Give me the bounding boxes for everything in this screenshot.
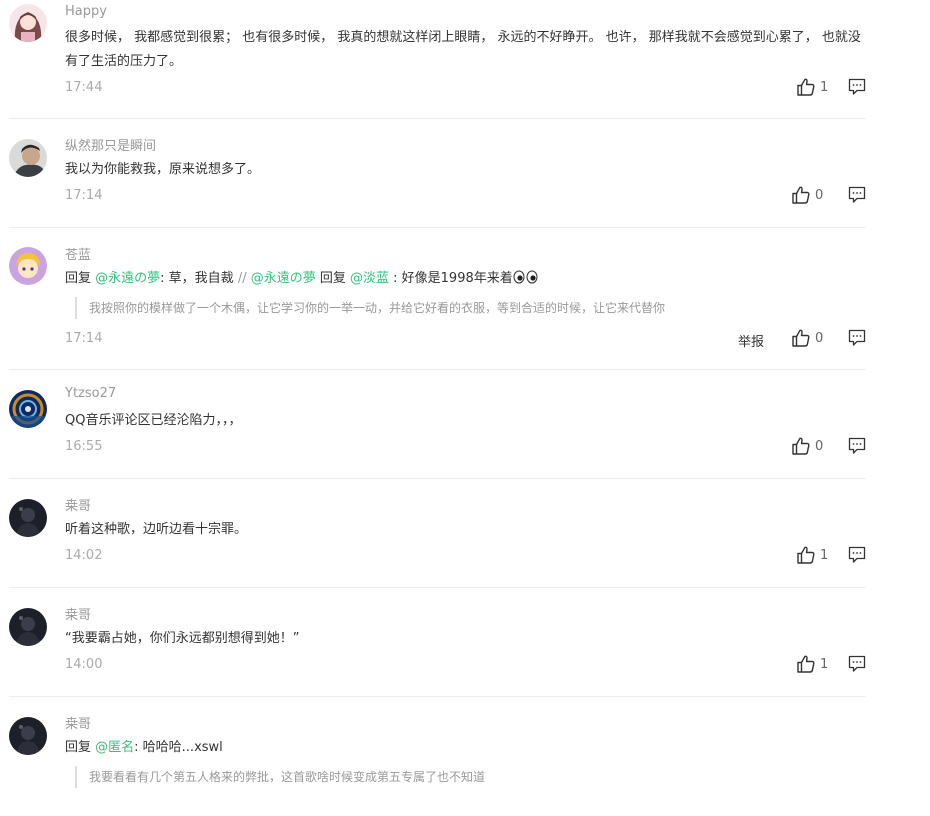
quoted-comment: 我要看看有几个第五人格来的弊批，这首歌啥时候变成第五专属了也不知道 bbox=[75, 766, 879, 788]
comment-time: 14:02 bbox=[65, 548, 103, 563]
comment-item: 桒哥 “我要霸占她，你们永远都别想得到她！” 14:00 1 bbox=[9, 587, 866, 697]
comment-text-segment: 很多时候， 我都感觉到很累； 也有很多时候， 我真的想就这样闭上眼睛， 永远的不… bbox=[65, 30, 861, 69]
thumbs-up-icon bbox=[796, 545, 816, 565]
reply-button[interactable] bbox=[848, 329, 866, 347]
like-button[interactable]: 1 bbox=[796, 545, 828, 565]
comment-username[interactable]: 桒哥 bbox=[65, 713, 91, 732]
comment-text: 回复 @永遠の夢: 草，我自裁 // @永遠の夢 回复 @淡蓝 : 好像是199… bbox=[65, 267, 865, 293]
comment-username[interactable]: Happy bbox=[65, 4, 107, 19]
like-button[interactable]: 0 bbox=[791, 328, 823, 348]
user-avatar[interactable] bbox=[9, 499, 47, 537]
comment-time: 16:55 bbox=[65, 439, 103, 454]
comment-text: 我以为你能救我，原来说想多了。 bbox=[65, 158, 865, 182]
comment-item: Ytzso27 QQ音乐评论区已经沦陷力，，， 16:55 0 bbox=[9, 369, 866, 479]
user-mention-link[interactable]: @永遠の夢 bbox=[95, 271, 160, 286]
thumbs-up-icon bbox=[791, 328, 811, 348]
reply-button[interactable] bbox=[848, 78, 866, 96]
comment-text: 听着这种歌，边听边看十宗罪。 bbox=[65, 518, 865, 542]
comment-username[interactable]: 纵然那只是瞬间 bbox=[65, 135, 156, 154]
user-avatar[interactable] bbox=[9, 717, 47, 755]
comment-text-segment: : 好像是1998年来着 bbox=[389, 271, 513, 286]
comment-text-segment: 我以为你能救我，原来说想多了。 bbox=[65, 162, 261, 177]
comment-item: Happy 很多时候， 我都感觉到很累； 也有很多时候， 我真的想就这样闭上眼睛，… bbox=[9, 0, 866, 119]
comment-bubble-icon bbox=[848, 78, 866, 96]
comment-bubble-icon bbox=[848, 437, 866, 455]
comment-text-segment: 听着这种歌，边听边看十宗罪。 bbox=[65, 522, 248, 537]
comment-item: 桒哥 回复 @匿名: 哈哈哈...xswl 我要看看有几个第五人格来的弊批，这首歌啥… bbox=[9, 696, 866, 816]
reply-button[interactable] bbox=[848, 546, 866, 564]
comment-text-segment: 回复 bbox=[65, 740, 96, 755]
comment-text: “我要霸占她，你们永远都别想得到她！” bbox=[65, 627, 865, 651]
comment-time: 17:14 bbox=[65, 331, 103, 346]
user-mention-link[interactable]: @淡蓝 bbox=[350, 271, 389, 286]
comment-text-segment: “我要霸占她，你们永远都别想得到她！” bbox=[65, 631, 300, 646]
comment-bubble-icon bbox=[848, 546, 866, 564]
quoted-comment: 我按照你的模样做了一个木偶，让它学习你的一举一动，并给它好看的衣服，等到合适的时… bbox=[75, 297, 879, 319]
comment-text-segment: 回复 bbox=[65, 271, 96, 286]
like-button[interactable]: 1 bbox=[796, 654, 828, 674]
reply-button[interactable] bbox=[848, 186, 866, 204]
like-count: 1 bbox=[820, 79, 829, 95]
comment-bubble-icon bbox=[848, 186, 866, 204]
like-count: 1 bbox=[820, 656, 829, 672]
like-count: 0 bbox=[815, 438, 824, 454]
comment-text: 回复 @匿名: 哈哈哈...xswl bbox=[65, 736, 865, 760]
thumbs-up-icon bbox=[796, 77, 816, 97]
like-button[interactable]: 0 bbox=[791, 436, 823, 456]
user-mention-link[interactable]: @匿名 bbox=[95, 740, 134, 755]
comment-bubble-icon bbox=[848, 655, 866, 673]
comment-username[interactable]: Ytzso27 bbox=[65, 386, 116, 401]
comment-time: 17:44 bbox=[65, 80, 103, 95]
reply-button[interactable] bbox=[848, 655, 866, 673]
user-mention-link[interactable]: @永遠の夢 bbox=[251, 271, 316, 286]
comment-text: QQ音乐评论区已经沦陷力，，， bbox=[65, 409, 865, 433]
comment-time: 14:00 bbox=[65, 657, 103, 672]
comment-username[interactable]: 桒哥 bbox=[65, 604, 91, 623]
comment-username[interactable]: 苍蓝 bbox=[65, 244, 91, 263]
report-button[interactable]: 举报 bbox=[738, 331, 764, 350]
like-button[interactable]: 0 bbox=[791, 185, 823, 205]
comment-username[interactable]: 桒哥 bbox=[65, 495, 91, 514]
user-avatar[interactable] bbox=[9, 608, 47, 646]
comment-time: 17:14 bbox=[65, 188, 103, 203]
like-button[interactable]: 1 bbox=[796, 77, 828, 97]
like-count: 0 bbox=[815, 187, 824, 203]
user-avatar[interactable] bbox=[9, 4, 47, 42]
like-count: 0 bbox=[815, 330, 824, 346]
comment-bubble-icon bbox=[848, 329, 866, 347]
eyes-emoji-icon bbox=[513, 269, 539, 293]
thumbs-up-icon bbox=[791, 436, 811, 456]
reply-separator: // bbox=[237, 271, 247, 286]
comment-item: 苍蓝 回复 @永遠の夢: 草，我自裁 // @永遠の夢 回复 @淡蓝 : 好像是1… bbox=[9, 227, 866, 370]
like-count: 1 bbox=[820, 547, 829, 563]
user-avatar[interactable] bbox=[9, 390, 47, 428]
user-avatar[interactable] bbox=[9, 247, 47, 285]
comment-text-segment: : 哈哈哈...xswl bbox=[134, 740, 223, 755]
comment-text-segment: : 草，我自裁 bbox=[160, 271, 238, 286]
comment-text: 很多时候， 我都感觉到很累； 也有很多时候， 我真的想就这样闭上眼睛， 永远的不… bbox=[65, 26, 865, 74]
reply-button[interactable] bbox=[848, 437, 866, 455]
thumbs-up-icon bbox=[791, 185, 811, 205]
comment-text-segment: QQ音乐评论区已经沦陷力，，， bbox=[65, 413, 242, 428]
comment-text-segment: 回复 bbox=[315, 271, 350, 286]
thumbs-up-icon bbox=[796, 654, 816, 674]
user-avatar[interactable] bbox=[9, 139, 47, 177]
comment-item: 纵然那只是瞬间我以为你能救我，原来说想多了。 17:14 0 bbox=[9, 118, 866, 228]
comment-item: 桒哥听着这种歌，边听边看十宗罪。 14:02 1 bbox=[9, 478, 866, 588]
